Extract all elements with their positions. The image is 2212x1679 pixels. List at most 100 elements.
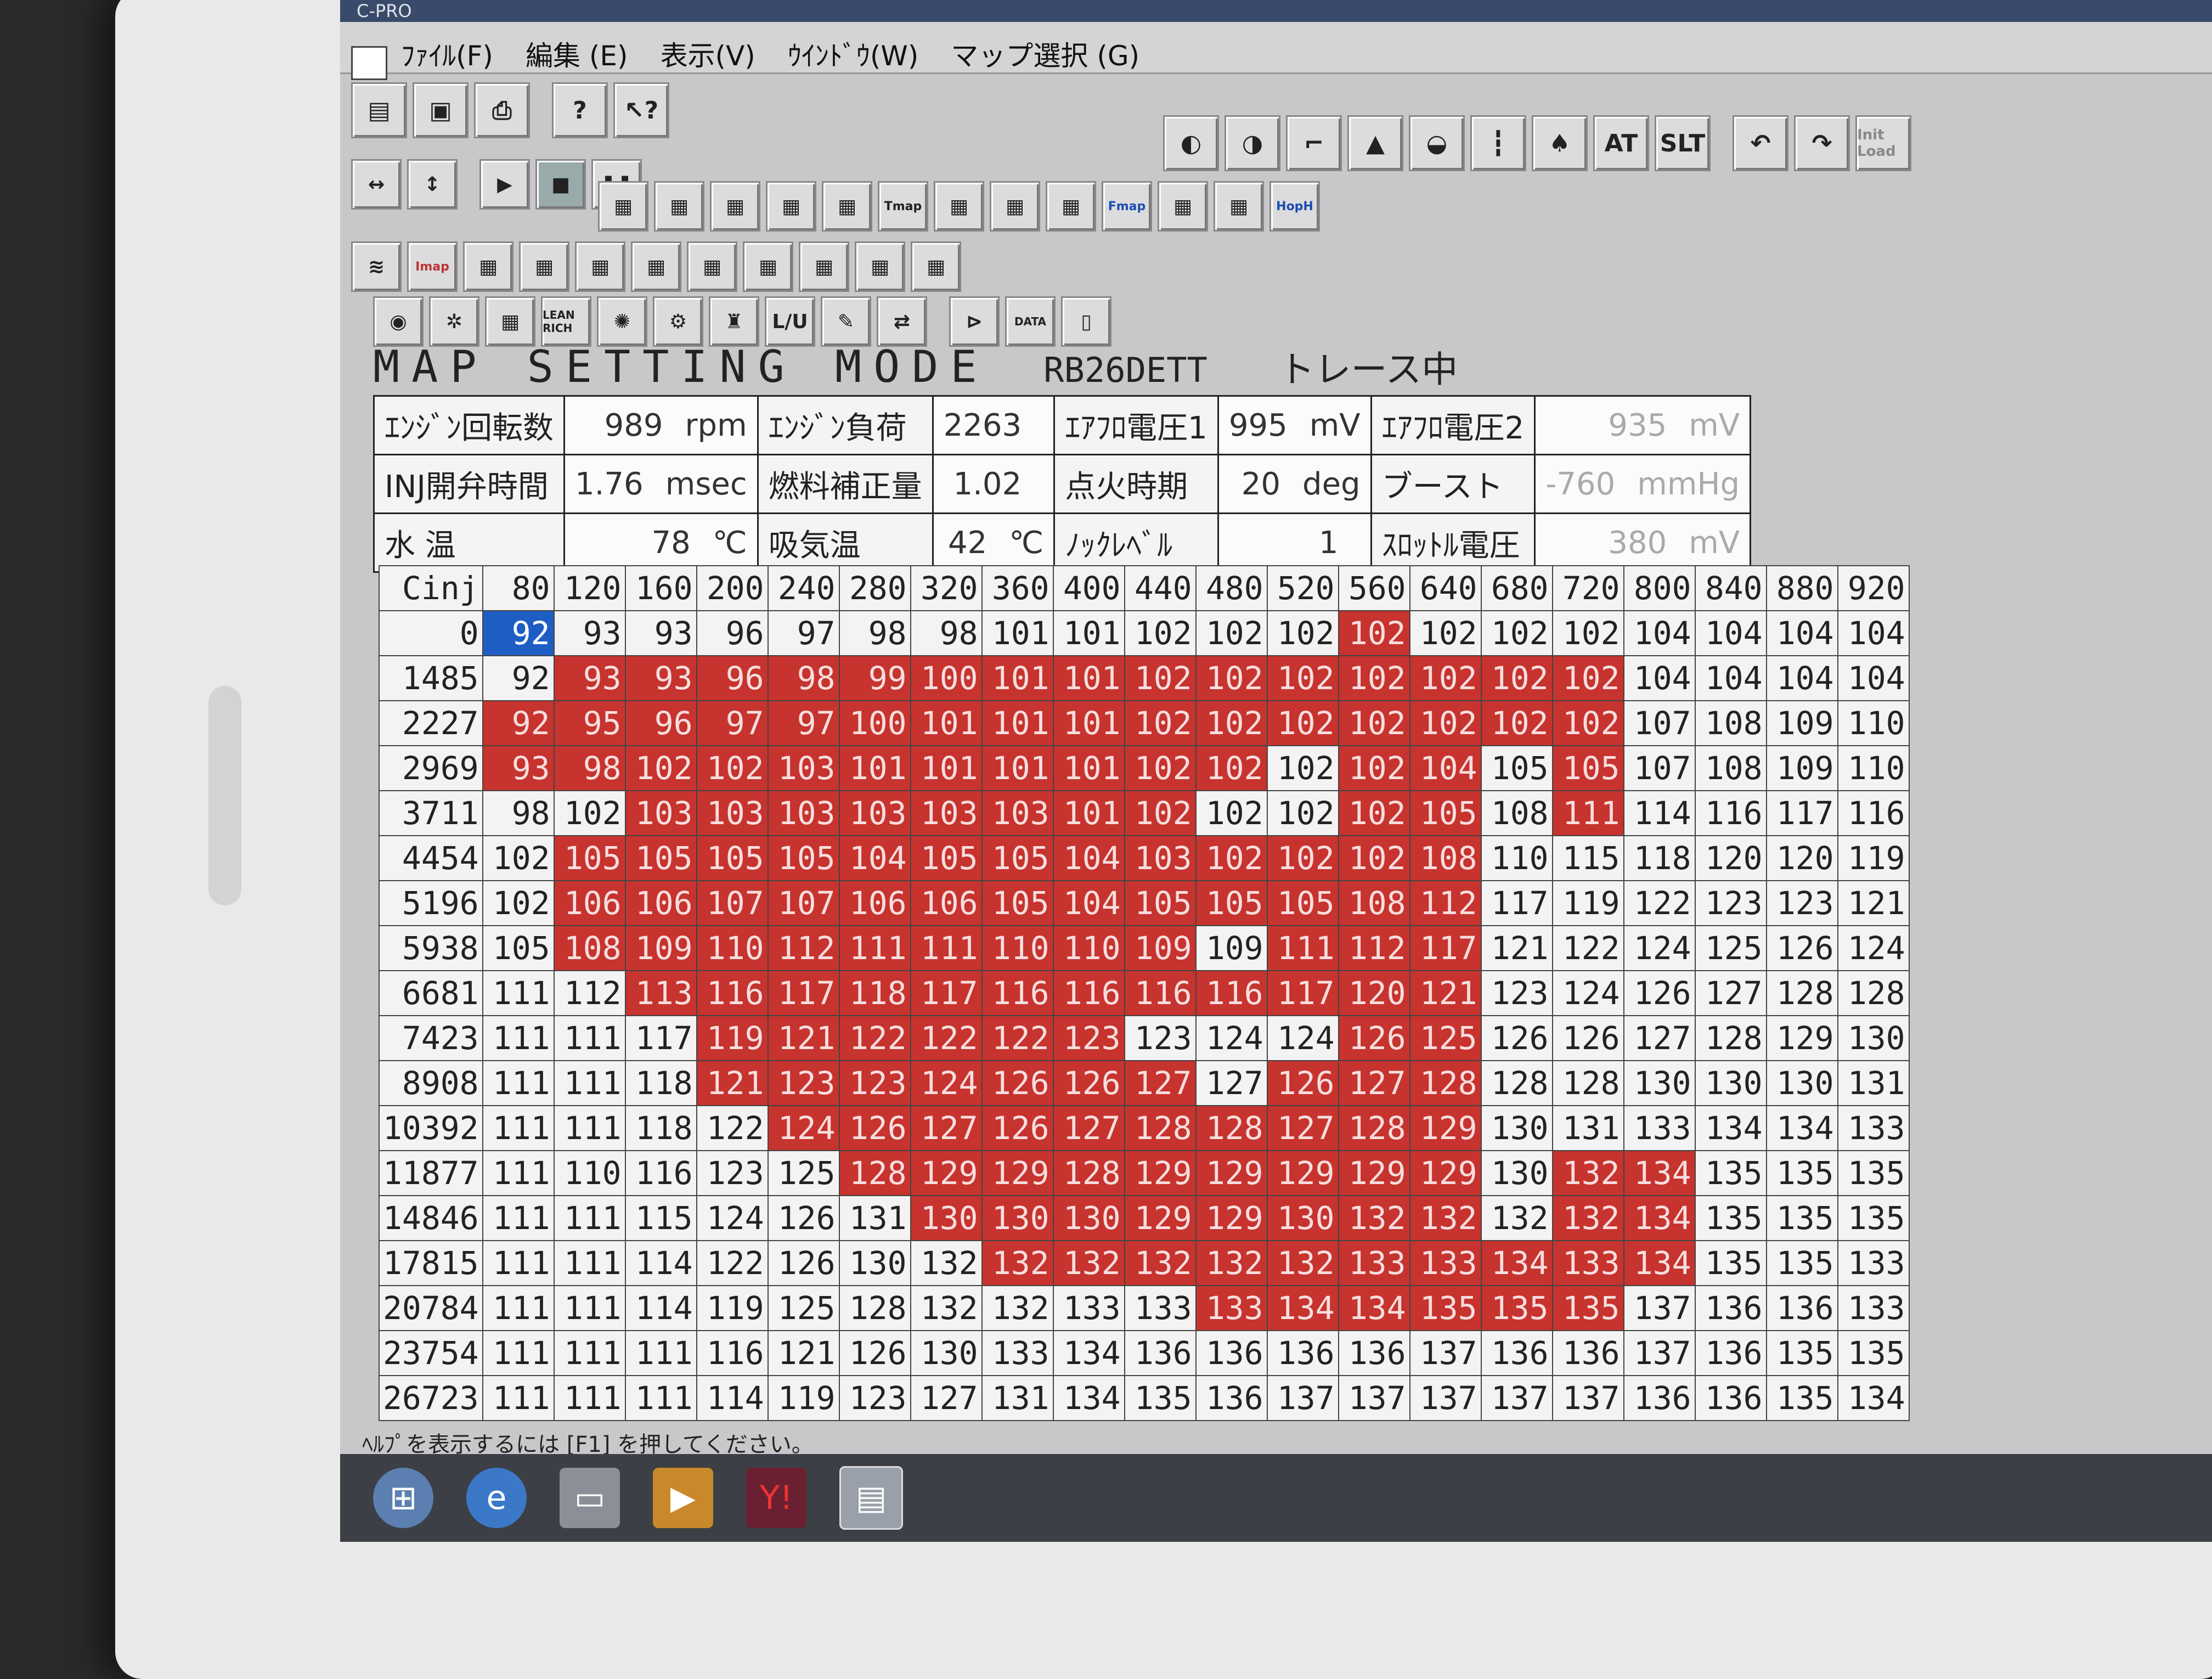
map-cell[interactable]: 113	[624, 970, 697, 1016]
map-cell[interactable]: 135	[1765, 1195, 1838, 1241]
map-cell[interactable]: 137	[1623, 1285, 1696, 1331]
map-cell[interactable]: 111	[624, 1375, 697, 1421]
map-cell[interactable]: 137	[1551, 1375, 1624, 1421]
map-cell[interactable]: 127	[1052, 1105, 1125, 1151]
map-cell[interactable]: 124	[1266, 1015, 1339, 1061]
map-cell[interactable]: 111	[553, 1015, 626, 1061]
map-cell[interactable]: 122	[981, 1015, 1054, 1061]
map-cell[interactable]: 116	[1124, 970, 1197, 1016]
map-cell[interactable]: 104	[1052, 880, 1125, 926]
map-cell[interactable]: 111	[482, 1240, 555, 1286]
map-icon-1[interactable]: ▦	[598, 181, 648, 232]
media-player-icon[interactable]: ▶	[653, 1468, 713, 1528]
map-cell[interactable]: 102	[1195, 790, 1268, 836]
map-cell[interactable]: 123	[1480, 970, 1553, 1016]
map-cell[interactable]: 104	[1837, 655, 1910, 701]
map-cell[interactable]: 136	[1551, 1330, 1624, 1376]
imap-button[interactable]: Imap	[407, 241, 458, 292]
map-cell[interactable]: 128	[838, 1285, 911, 1331]
map-cell[interactable]: 135	[1551, 1285, 1624, 1331]
map-cell[interactable]: 126	[1052, 1060, 1125, 1106]
map-cell[interactable]: 97	[696, 700, 769, 746]
map-cell[interactable]: 117	[1409, 925, 1482, 971]
map-cell[interactable]: 135	[1409, 1285, 1482, 1331]
map-cell[interactable]: 129	[1338, 1150, 1410, 1196]
app-window-icon[interactable]: ▤	[839, 1466, 903, 1530]
map-cell[interactable]: 103	[838, 790, 911, 836]
map-cell[interactable]: 93	[624, 610, 697, 656]
map-cell[interactable]: 128	[1124, 1105, 1197, 1151]
battery-icon[interactable]: ▯	[1061, 296, 1111, 347]
map-cell[interactable]: 125	[767, 1150, 840, 1196]
map-cell[interactable]: 117	[767, 970, 840, 1016]
map-cell[interactable]: 133	[1124, 1285, 1197, 1331]
map-cell[interactable]: 117	[1266, 970, 1339, 1016]
map-cell[interactable]: 128	[1551, 1060, 1624, 1106]
map-cell[interactable]: 130	[1052, 1195, 1125, 1241]
yahoo-icon[interactable]: Y!	[746, 1468, 806, 1528]
map-cell[interactable]: 134	[1623, 1195, 1696, 1241]
trumpet-icon[interactable]: ⊳	[949, 296, 1000, 347]
lu-button[interactable]: L/U	[765, 296, 815, 347]
help-icon[interactable]: ?	[552, 82, 608, 138]
map-cell[interactable]: 134	[1694, 1105, 1767, 1151]
init-load-button[interactable]: Init Load	[1855, 115, 1911, 171]
map-cell[interactable]: 93	[624, 655, 697, 701]
map-cell[interactable]: 103	[624, 790, 697, 836]
map-cell[interactable]: 104	[1623, 610, 1696, 656]
map-cell[interactable]: 136	[1266, 1330, 1339, 1376]
map2-icon-3[interactable]: ▦	[519, 241, 569, 292]
map-cell[interactable]: 111	[482, 1105, 555, 1151]
map-cell[interactable]: 119	[767, 1375, 840, 1421]
map-cell[interactable]: 134	[1266, 1285, 1339, 1331]
map-cell[interactable]: 120	[1765, 835, 1838, 881]
map-cell[interactable]: 118	[624, 1105, 697, 1151]
map-cell[interactable]: 129	[1195, 1150, 1268, 1196]
map-cell[interactable]: 125	[767, 1285, 840, 1331]
map-cell[interactable]: 105	[553, 835, 626, 881]
map-cell[interactable]: 101	[838, 745, 911, 791]
map-cell[interactable]: 111	[1266, 925, 1339, 971]
map-cell[interactable]: 102	[624, 745, 697, 791]
map-cell[interactable]: 105	[767, 835, 840, 881]
map-cell[interactable]: 119	[696, 1015, 769, 1061]
map-cell[interactable]: 100	[838, 700, 911, 746]
map-cell[interactable]: 111	[553, 1105, 626, 1151]
map-cell[interactable]: 136	[1124, 1330, 1197, 1376]
fan-icon[interactable]: ✲	[429, 296, 479, 347]
map-cell[interactable]: 109	[1765, 700, 1838, 746]
map-cell[interactable]: 126	[1480, 1015, 1553, 1061]
map-cell[interactable]: 103	[981, 790, 1054, 836]
map-cell[interactable]: 103	[1124, 835, 1197, 881]
map-cell[interactable]: 129	[1765, 1015, 1838, 1061]
map-cell[interactable]: 104	[1694, 610, 1767, 656]
map-cell[interactable]: 111	[624, 1330, 697, 1376]
hoph-button[interactable]: HopH	[1269, 181, 1320, 232]
map-cell[interactable]: 116	[1837, 790, 1910, 836]
map-cell[interactable]: 111	[553, 1195, 626, 1241]
map-cell[interactable]: 137	[1480, 1375, 1553, 1421]
context-help-icon[interactable]: ↖?	[613, 82, 669, 138]
redo-icon[interactable]: ↷	[1794, 115, 1850, 171]
map-cell[interactable]: 101	[1052, 610, 1125, 656]
map-cell[interactable]: 124	[767, 1105, 840, 1151]
map-cell[interactable]: 111	[482, 1330, 555, 1376]
map2-icon-2[interactable]: ▦	[463, 241, 514, 292]
map-cell[interactable]: 102	[1124, 700, 1197, 746]
map-cell[interactable]: 101	[1052, 790, 1125, 836]
map-icon-9[interactable]: ▦	[1158, 181, 1208, 232]
map-icon-4[interactable]: ▦	[766, 181, 816, 232]
map-cell[interactable]: 132	[1338, 1195, 1410, 1241]
map-cell[interactable]: 97	[767, 610, 840, 656]
map-cell[interactable]: 111	[482, 1285, 555, 1331]
map-cell[interactable]: 99	[838, 655, 911, 701]
map-icon-10[interactable]: ▦	[1214, 181, 1264, 232]
map-cell[interactable]: 102	[1551, 700, 1624, 746]
map-cell[interactable]: 107	[1623, 700, 1696, 746]
map-cell[interactable]: 101	[1052, 745, 1125, 791]
map-cell[interactable]: 135	[1765, 1375, 1838, 1421]
map-cell[interactable]: 137	[1266, 1375, 1339, 1421]
map-cell[interactable]: 132	[910, 1285, 983, 1331]
map-cell[interactable]: 131	[1837, 1060, 1910, 1106]
map-cell[interactable]: 129	[1266, 1150, 1339, 1196]
